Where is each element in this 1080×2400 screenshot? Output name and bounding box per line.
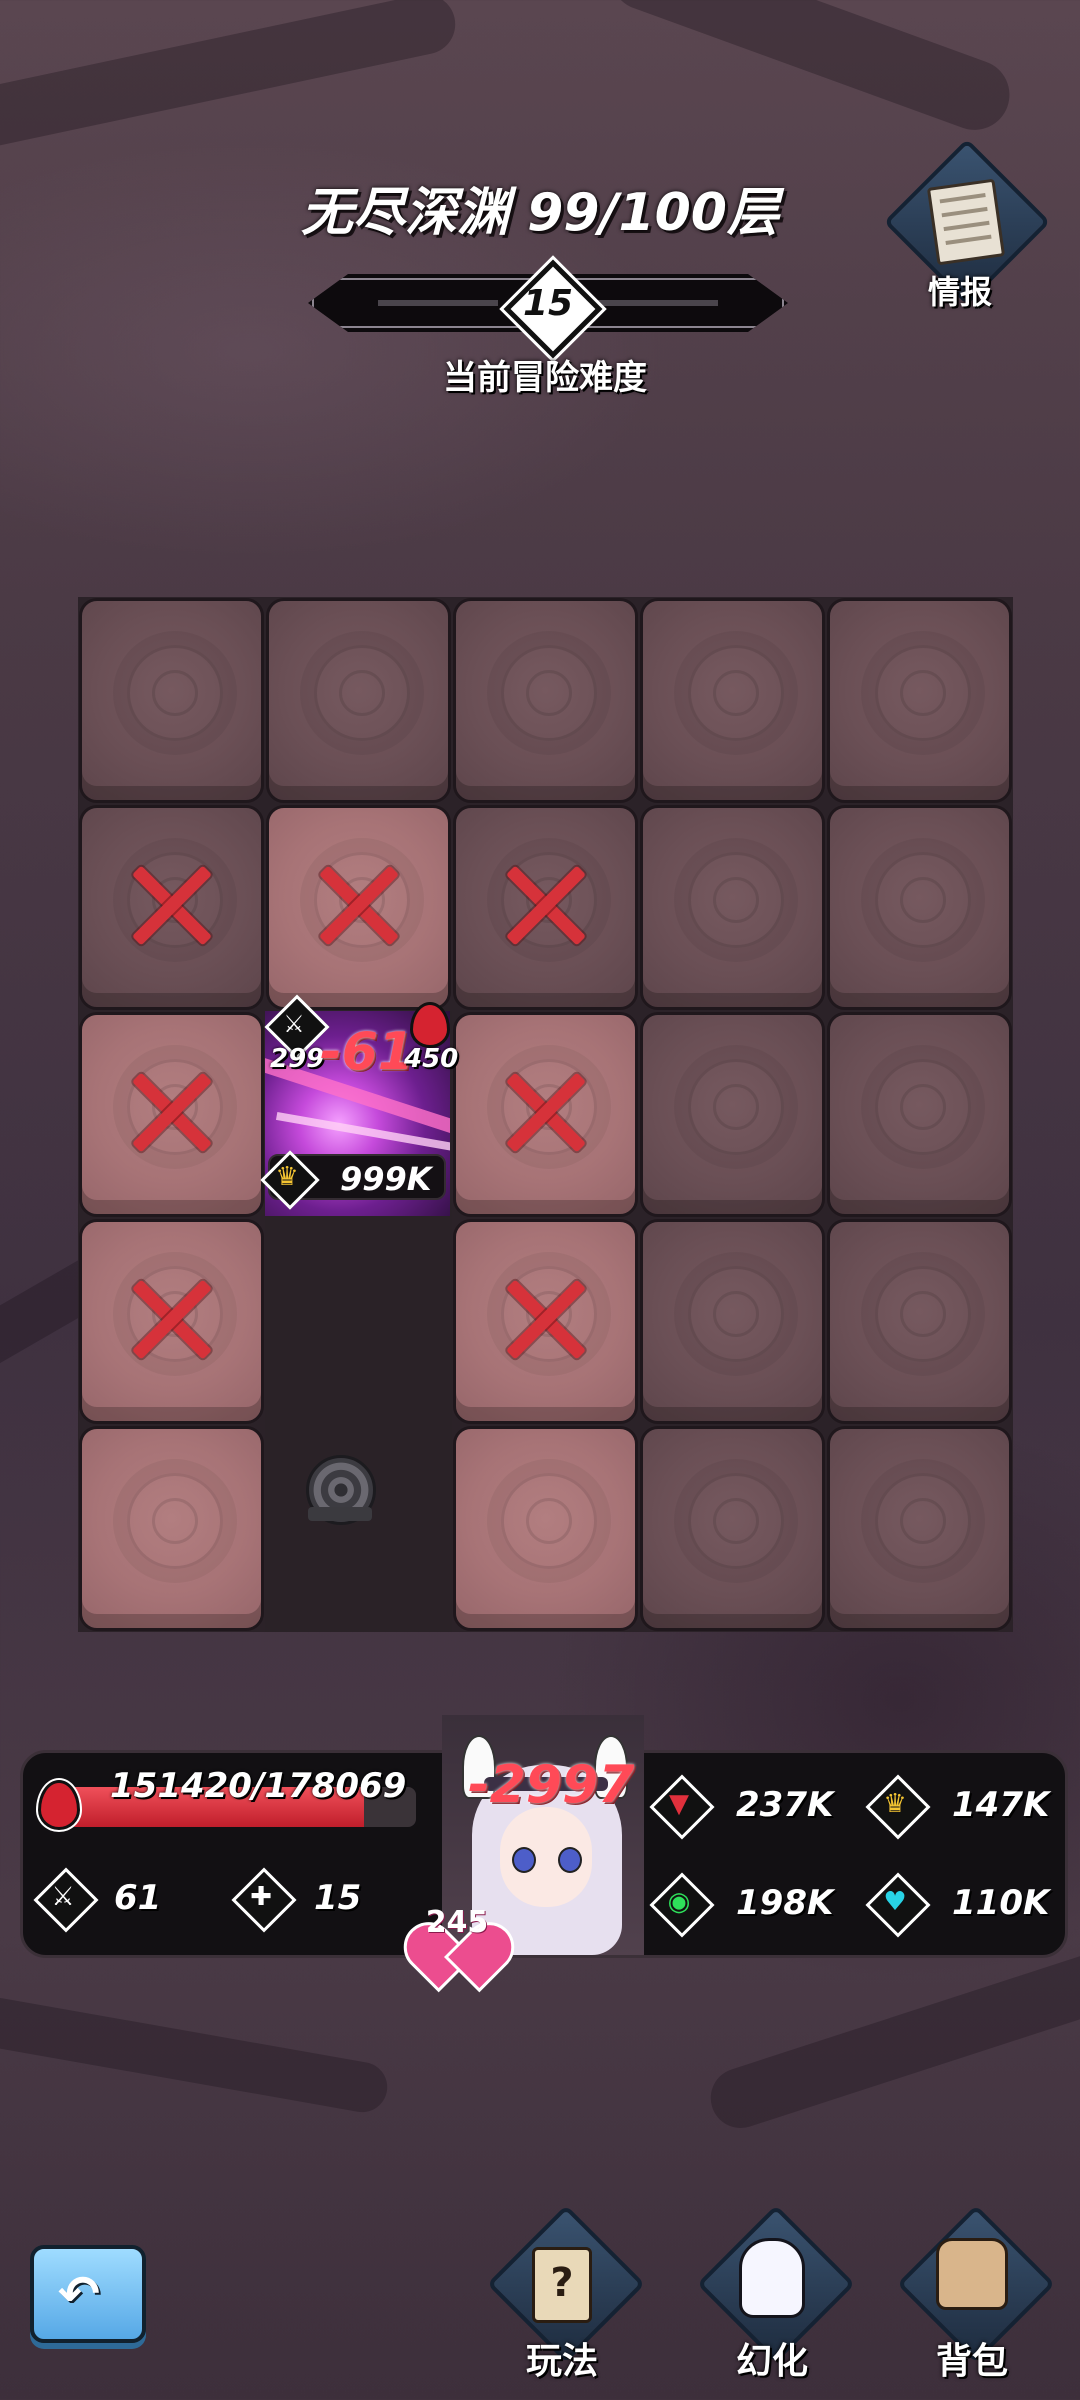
cross-mark-icon <box>501 1067 591 1157</box>
background-crack <box>0 0 461 152</box>
player-attack: 61 <box>114 1878 162 1918</box>
swirl-icon <box>874 1266 971 1363</box>
hidden-tile[interactable] <box>639 1425 826 1632</box>
backpack-icon <box>932 2238 1012 2322</box>
nav-transform-label: 幻化 <box>735 2341 808 2382</box>
cleared-tile[interactable] <box>452 1011 639 1218</box>
cleared-tile[interactable] <box>78 1218 265 1425</box>
sword-plus-icon: ✚ <box>231 1867 297 1933</box>
dragon-icon <box>732 2238 812 2322</box>
swirl-icon <box>874 852 971 949</box>
rules-card-icon: ? <box>522 2238 602 2323</box>
stat-value: 110K <box>952 1883 1050 1923</box>
player-level: 245 <box>425 1905 489 1940</box>
cross-mark-icon <box>314 860 404 950</box>
crown-icon: ♛ <box>260 1150 320 1210</box>
hidden-tile[interactable] <box>826 1425 1013 1632</box>
hidden-tile[interactable] <box>265 597 452 804</box>
swirl-icon <box>874 1059 971 1156</box>
nav-gameplay-button[interactable]: ? 玩法 <box>472 2200 652 2390</box>
info-button[interactable]: 情报 <box>880 138 1051 311</box>
enemy-power: 999K <box>340 1160 432 1198</box>
swirl-icon <box>687 645 784 742</box>
hidden-tile[interactable] <box>639 1011 826 1218</box>
cross-mark-icon <box>501 860 591 950</box>
difficulty-level: 15 <box>522 283 574 324</box>
enemy-hp-blood-icon <box>410 1002 450 1048</box>
cross-mark-icon <box>501 1274 591 1364</box>
hidden-tile[interactable] <box>78 597 265 804</box>
hidden-tile[interactable] <box>639 804 826 1011</box>
swirl-icon <box>126 645 223 742</box>
empty-tile[interactable] <box>265 1218 452 1425</box>
swirl-icon <box>313 645 410 742</box>
swirl-icon <box>687 1059 784 1156</box>
difficulty-badge: 15 <box>503 259 603 359</box>
stat-value: 237K <box>736 1785 834 1825</box>
swirl-icon <box>687 1266 784 1363</box>
back-button[interactable]: ↶ <box>30 2245 146 2343</box>
hidden-tile[interactable] <box>826 804 1013 1011</box>
swirl-icon <box>500 645 597 742</box>
background-crack <box>0 1993 392 2117</box>
background-crack <box>600 0 1020 140</box>
hidden-tile[interactable] <box>826 1011 1013 1218</box>
enemy-attack: 299 <box>270 1044 325 1074</box>
cleared-tile[interactable] <box>78 804 265 1011</box>
cleared-tile[interactable] <box>265 804 452 1011</box>
player-attack-bonus: 15 <box>314 1878 362 1918</box>
exit-portal-icon[interactable] <box>300 1455 380 1535</box>
hp-text: 151420/178069 <box>110 1766 407 1806</box>
enemy-hp: 450 <box>404 1044 459 1074</box>
cleared-tile[interactable] <box>78 1011 265 1218</box>
swirl-icon <box>874 1473 971 1570</box>
swirl-icon <box>126 1473 223 1570</box>
swirl-icon <box>687 1473 784 1570</box>
eye-icon: ◉ <box>649 1872 715 1938</box>
stat-value: 198K <box>736 1883 834 1923</box>
cross-mark-icon <box>127 1274 217 1364</box>
fang-icon: ▼ <box>649 1774 715 1840</box>
cleared-tile[interactable] <box>452 804 639 1011</box>
cross-mark-icon <box>127 860 217 950</box>
player-damage-taken: -2997 <box>468 1755 635 1815</box>
nav-transform-button[interactable]: 幻化 <box>682 2200 862 2390</box>
nav-backpack-label: 背包 <box>935 2341 1008 2382</box>
hidden-tile[interactable] <box>452 1425 639 1632</box>
hidden-tile[interactable] <box>452 597 639 804</box>
info-label: 情报 <box>927 273 992 311</box>
level-heart-icon: 245 <box>393 1893 525 1993</box>
cleared-tile[interactable] <box>452 1218 639 1425</box>
nav-gameplay-label: 玩法 <box>525 2341 598 2382</box>
cross-mark-icon <box>127 1067 217 1157</box>
nav-backpack-button[interactable]: 背包 <box>882 2200 1062 2390</box>
dungeon-grid <box>78 597 1013 1632</box>
hidden-tile[interactable] <box>826 1218 1013 1425</box>
sword-icon: ⚔ <box>33 1867 99 1933</box>
hidden-tile[interactable] <box>639 597 826 804</box>
back-arrow-icon: ↶ <box>58 2265 100 2323</box>
heart-shield-icon: ♥ <box>865 1872 931 1938</box>
hidden-tile[interactable] <box>826 597 1013 804</box>
newspaper-icon <box>926 178 1006 266</box>
hidden-tile[interactable] <box>639 1218 826 1425</box>
swirl-icon <box>500 1473 597 1570</box>
stat-value: 147K <box>952 1785 1050 1825</box>
enemy-damage-taken: -61 <box>320 1022 414 1082</box>
crown-icon: ♛ <box>865 1774 931 1840</box>
hidden-tile[interactable] <box>78 1425 265 1632</box>
difficulty-bar: 15 <box>308 259 788 359</box>
swirl-icon <box>687 852 784 949</box>
difficulty-label: 当前冒险难度 <box>443 358 647 398</box>
swirl-icon <box>874 645 971 742</box>
